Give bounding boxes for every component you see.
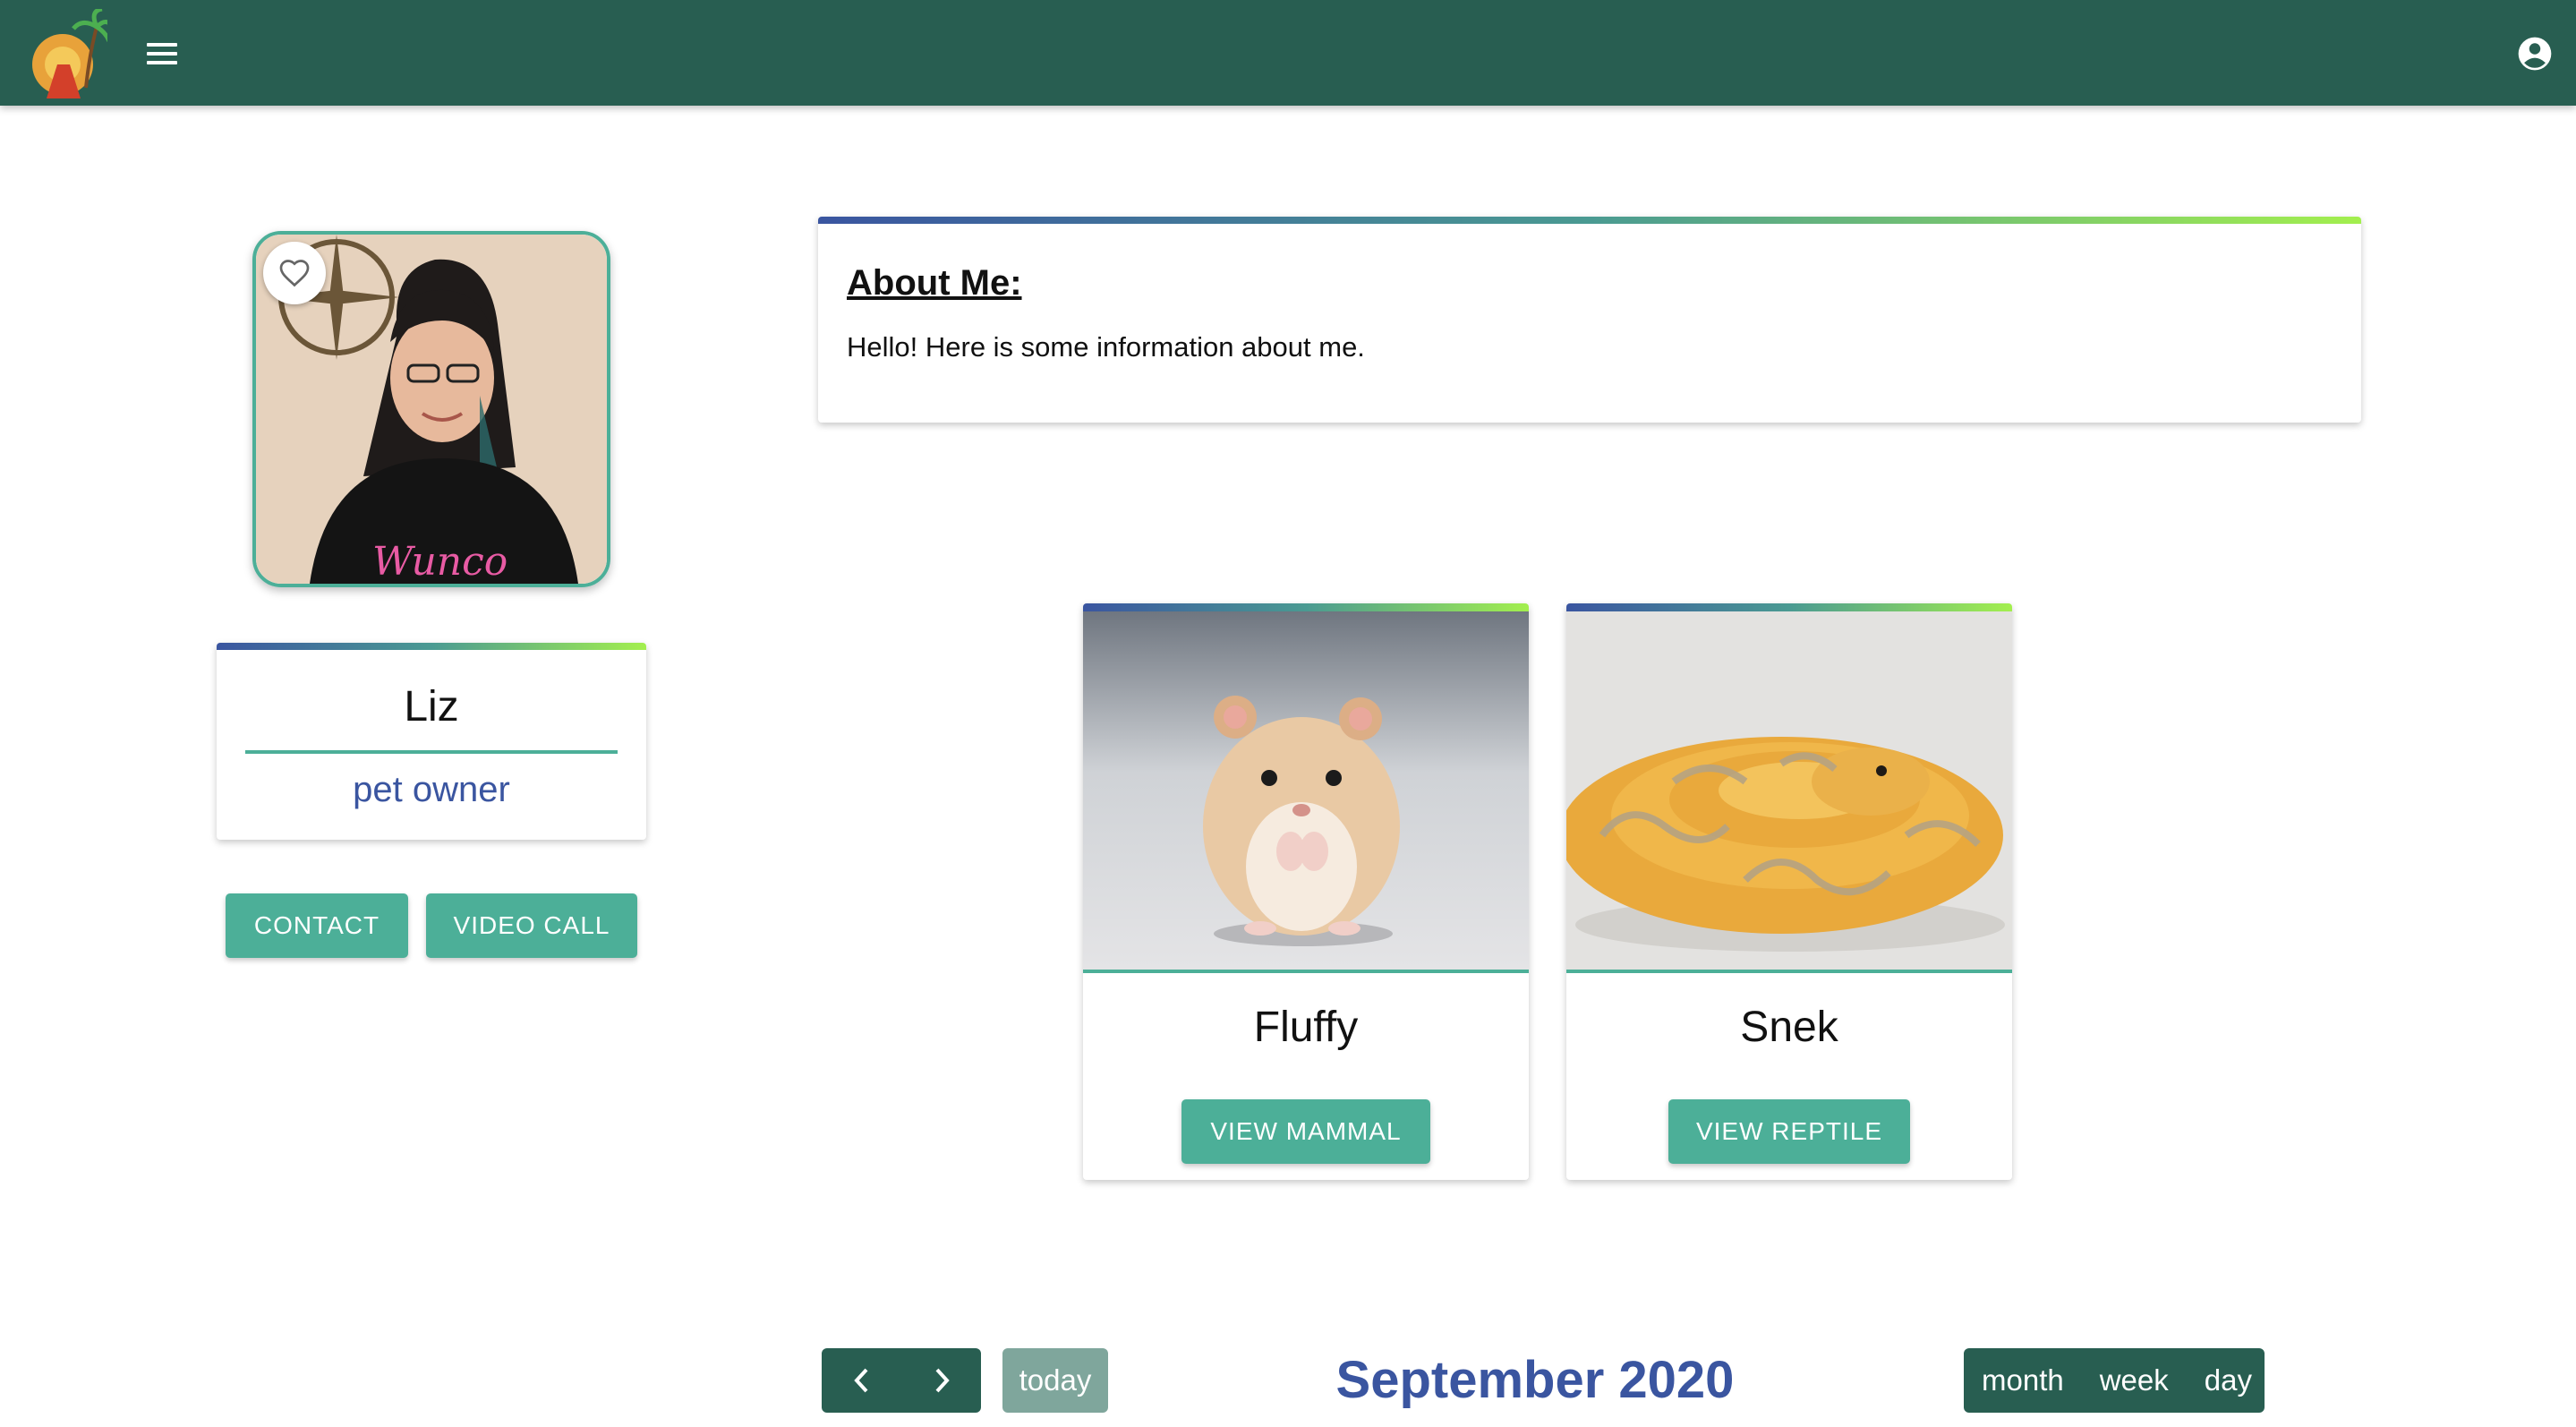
divider: [1083, 970, 1529, 973]
today-button[interactable]: today: [1002, 1348, 1108, 1413]
pet-name: Snek: [1740, 1004, 1838, 1051]
pet-name: Fluffy: [1253, 1004, 1359, 1051]
snake-photo: [1566, 611, 2012, 970]
chevron-right-icon[interactable]: [901, 1348, 981, 1413]
gradient-accent-bar: [217, 643, 646, 650]
about-me-text: Hello! Here is some information about me…: [847, 331, 1365, 363]
divider: [1566, 970, 2012, 973]
chevron-left-icon[interactable]: [822, 1348, 901, 1413]
pet-card-snek: Snek VIEW REPTILE: [1566, 603, 2012, 1180]
gradient-accent-bar: [1566, 603, 2012, 611]
menu-icon[interactable]: [143, 36, 181, 72]
app-logo[interactable]: [27, 6, 115, 98]
calendar-nav-group: [822, 1348, 981, 1413]
view-week-button[interactable]: week: [2082, 1348, 2187, 1413]
favorite-heart-icon[interactable]: [263, 242, 326, 304]
contact-button[interactable]: CONTACT: [226, 893, 408, 958]
app-bar: [0, 0, 2576, 106]
pet-card-fluffy: Fluffy VIEW MAMMAL: [1083, 603, 1529, 1180]
view-day-button[interactable]: day: [2187, 1348, 2270, 1413]
gradient-accent-bar: [1083, 603, 1529, 611]
user-role: pet owner: [353, 770, 510, 809]
hamster-photo: [1083, 611, 1529, 970]
calendar-title: September 2020: [1335, 1351, 1735, 1409]
about-me-title: About Me:: [847, 263, 1022, 303]
gradient-accent-bar: [818, 217, 2361, 224]
account-circle-icon[interactable]: [2515, 34, 2555, 73]
calendar-view-group: month week day: [1964, 1348, 2265, 1413]
view-mammal-button[interactable]: VIEW MAMMAL: [1181, 1099, 1430, 1164]
svg-text:Wunco: Wunco: [372, 539, 508, 584]
profile-name-card: Liz pet owner: [217, 643, 646, 840]
user-name: Liz: [404, 683, 459, 731]
about-me-card: About Me: Hello! Here is some informatio…: [818, 217, 2361, 423]
view-reptile-button[interactable]: VIEW REPTILE: [1668, 1099, 1910, 1164]
view-month-button[interactable]: month: [1964, 1348, 2082, 1413]
divider: [245, 750, 618, 754]
video-call-button[interactable]: VIDEO CALL: [426, 893, 637, 958]
